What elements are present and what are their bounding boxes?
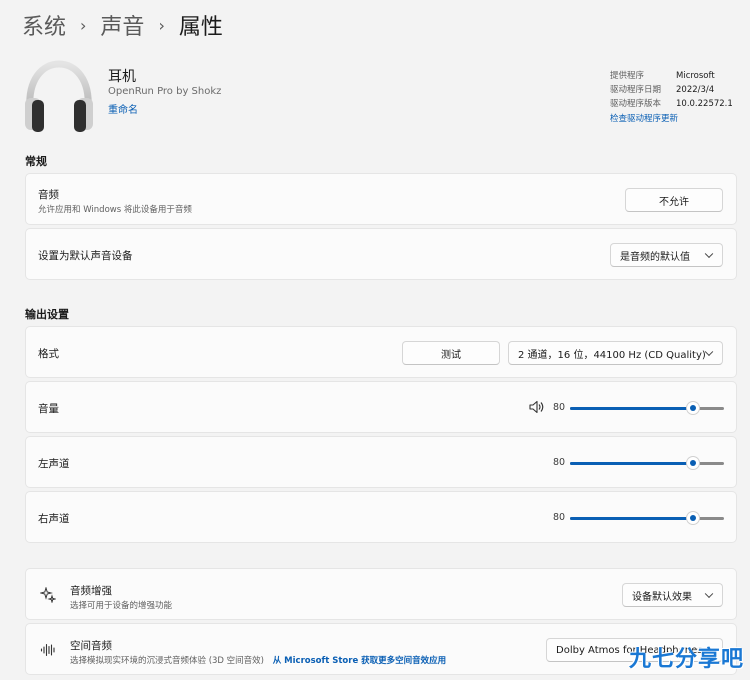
test-button[interactable]: 测试 <box>402 341 500 365</box>
speaker-icon[interactable] <box>529 400 545 414</box>
device-model: OpenRun Pro by Shokz <box>108 86 222 97</box>
left-channel-slider[interactable] <box>570 457 724 469</box>
section-general-title: 常规 <box>25 155 47 168</box>
audio-enhance-card: 音频增强 选择可用于设备的增强功能 设备默认效果 <box>25 568 737 620</box>
rename-link[interactable]: 重命名 <box>108 101 138 116</box>
sparkle-icon <box>40 587 56 603</box>
slider-thumb[interactable] <box>687 512 700 524</box>
volume-label: 音量 <box>38 403 59 415</box>
chevron-right-icon: › <box>80 15 87 35</box>
chevron-down-icon <box>704 347 714 357</box>
audio-allow-card: 音频 允许应用和 Windows 将此设备用于音频 不允许 <box>25 173 737 225</box>
driver-info: 提供程序 Microsoft 驱动程序日期 2022/3/4 驱动程序版本 10… <box>610 69 733 126</box>
headphones-icon <box>25 60 93 132</box>
spatial-sound-desc-line: 选择模拟现实环境的沉浸式音频体验 (3D 空间音效) 从 Microsoft S… <box>70 654 446 666</box>
chevron-down-icon <box>704 249 714 259</box>
volume-value: 80 <box>553 402 566 413</box>
default-device-card: 设置为默认声音设备 是音频的默认值 <box>25 228 737 280</box>
right-channel-value: 80 <box>553 512 566 523</box>
right-channel-label: 右声道 <box>38 513 70 525</box>
format-card: 格式 测试 2 通道，16 位，44100 Hz (CD Quality) <box>25 326 737 378</box>
device-name: 耳机 <box>108 69 136 85</box>
section-output-title: 输出设置 <box>25 308 69 321</box>
audio-enhance-label: 音频增强 <box>70 585 112 597</box>
default-device-label: 设置为默认声音设备 <box>38 250 133 262</box>
slider-fill <box>570 407 694 410</box>
disallow-button[interactable]: 不允许 <box>625 188 723 212</box>
driver-provider-label: 提供程序 <box>610 71 645 81</box>
spatial-sound-label: 空间音频 <box>70 640 112 652</box>
chevron-right-icon: › <box>158 15 165 35</box>
slider-fill <box>570 462 694 465</box>
audio-allow-desc: 允许应用和 Windows 将此设备用于音频 <box>38 205 192 215</box>
format-selected: 2 通道，16 位，44100 Hz (CD Quality) <box>518 349 706 361</box>
driver-date-value: 2022/3/4 <box>676 85 715 95</box>
audio-allow-label: 音频 <box>38 189 59 201</box>
driver-date-label: 驱动程序日期 <box>610 85 662 95</box>
left-channel-label: 左声道 <box>38 458 70 470</box>
driver-version-value: 10.0.22572.1 <box>676 99 733 109</box>
slider-thumb[interactable] <box>687 457 700 469</box>
audio-enhance-dropdown[interactable]: 设备默认效果 <box>622 583 723 607</box>
driver-provider-value: Microsoft <box>676 71 715 81</box>
check-driver-update-link[interactable]: 检查驱动程序更新 <box>610 112 733 126</box>
format-dropdown[interactable]: 2 通道，16 位，44100 Hz (CD Quality) <box>508 341 723 365</box>
left-channel-value: 80 <box>553 457 566 468</box>
driver-version-label: 驱动程序版本 <box>610 99 662 109</box>
default-device-selected: 是音频的默认值 <box>620 251 690 263</box>
volume-slider[interactable] <box>570 402 724 414</box>
spatial-sound-desc: 选择模拟现实环境的沉浸式音频体验 (3D 空间音效) <box>70 656 264 666</box>
disallow-button-label: 不允许 <box>659 196 689 208</box>
slider-fill <box>570 517 694 520</box>
page-title: 属性 <box>178 15 223 40</box>
format-label: 格式 <box>38 348 59 360</box>
sound-wave-icon <box>40 643 55 657</box>
left-channel-card: 左声道 80 <box>25 436 737 488</box>
right-channel-card: 右声道 80 <box>25 491 737 543</box>
chevron-down-icon <box>704 589 714 599</box>
store-spatial-link[interactable]: 从 Microsoft Store 获取更多空间音效应用 <box>273 656 446 666</box>
volume-card: 音量 80 <box>25 381 737 433</box>
audio-enhance-selected: 设备默认效果 <box>632 591 692 603</box>
breadcrumb: 系统 › 声音 › 属性 <box>22 8 223 42</box>
slider-thumb[interactable] <box>687 402 700 414</box>
audio-enhance-desc: 选择可用于设备的增强功能 <box>70 601 173 611</box>
test-button-label: 测试 <box>441 349 461 361</box>
breadcrumb-system[interactable]: 系统 <box>22 9 66 41</box>
watermark-logo: 九七分享吧 <box>628 647 744 672</box>
default-device-dropdown[interactable]: 是音频的默认值 <box>610 243 723 267</box>
breadcrumb-sound[interactable]: 声音 <box>100 9 144 41</box>
right-channel-slider[interactable] <box>570 512 724 524</box>
